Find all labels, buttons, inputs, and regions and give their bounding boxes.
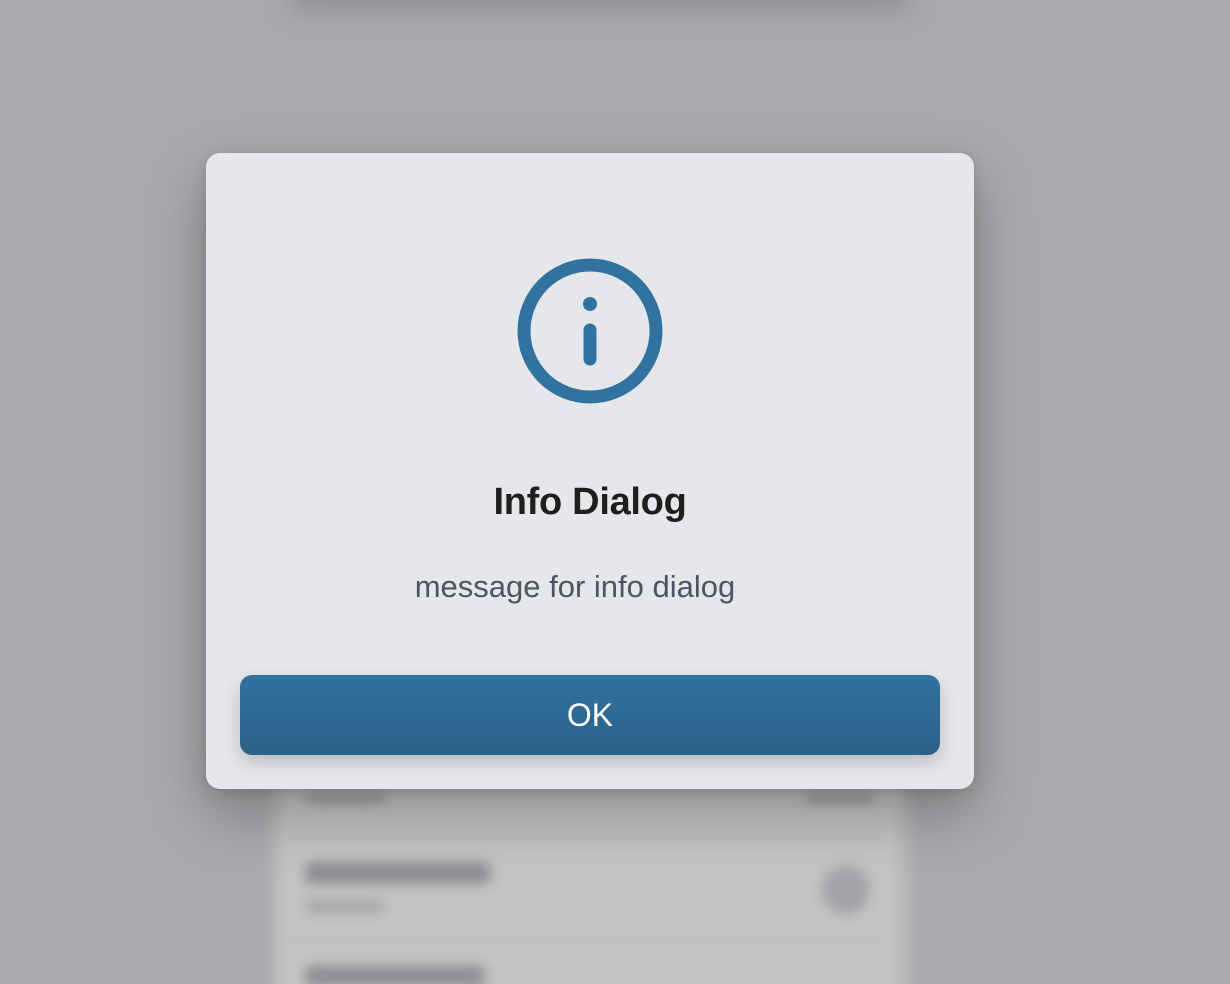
background-placeholder	[305, 966, 485, 984]
dialog-message: message for info dialog	[414, 569, 736, 604]
background-placeholder	[305, 900, 385, 912]
background-divider	[290, 836, 880, 838]
dialog-title: Info Dialog	[493, 481, 687, 523]
background-placeholder	[805, 792, 875, 804]
ok-button[interactable]: OK	[240, 675, 940, 755]
background-header	[290, 0, 910, 10]
background-placeholder	[305, 792, 385, 804]
background-placeholder	[822, 866, 870, 914]
info-dialog: Info Dialog message for info dialog OK	[206, 153, 974, 789]
background-placeholder	[305, 862, 490, 884]
info-icon	[517, 258, 663, 404]
background-divider	[290, 938, 880, 940]
